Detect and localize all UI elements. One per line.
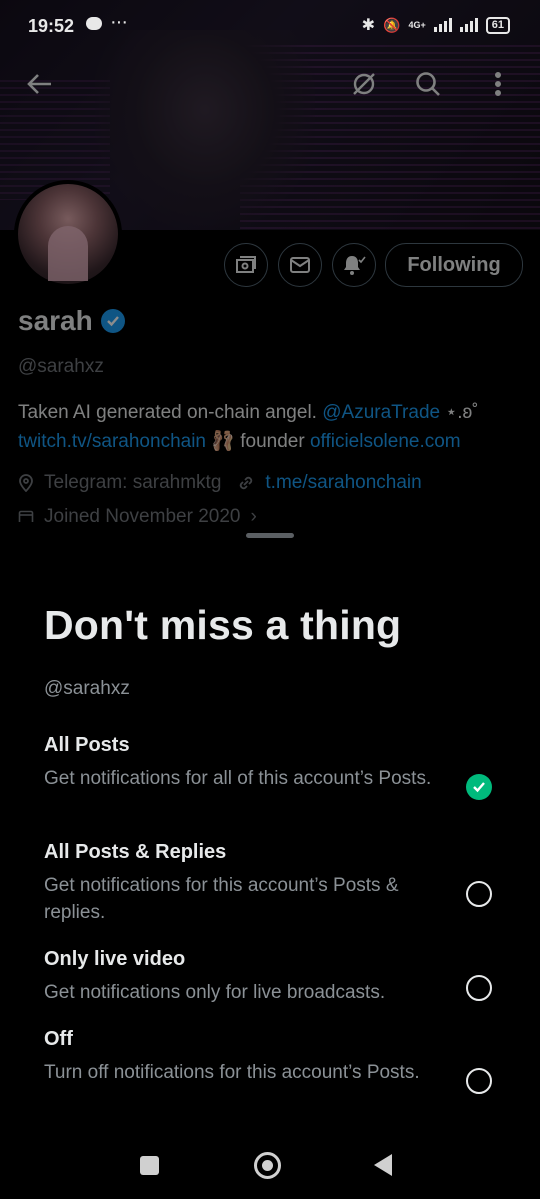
location-text: Telegram: sarahmktg [44,472,222,493]
option-description: Get notifications only for live broadcas… [44,982,386,1003]
bio-line-1: Taken AI generated on-chain angel. @Azur… [18,398,528,427]
option-off[interactable]: Off Turn off notifications for this acco… [44,1028,504,1094]
website-link[interactable]: officielsolene.com [310,431,461,452]
bio-line-2: twitch.tv/sarahonchain 🩰 founder officie… [18,427,528,456]
network-type: 4G+ [408,19,426,30]
option-all-posts-replies[interactable]: All Posts & Replies Get notifications fo… [44,841,504,926]
bell-icon [344,256,366,275]
notifications-button[interactable] [332,243,376,287]
search-button[interactable] [406,62,450,106]
profile-actions: Following [0,243,540,287]
battery-level: 61 [485,16,510,34]
mention-link[interactable]: @AzuraTrade [322,402,440,423]
option-description: Get notifications for this account’s Pos… [44,875,399,923]
profile-name: sarah [18,305,125,337]
subscribe-button[interactable] [224,243,268,287]
bio-text: Taken AI generated on-chain angel. [18,402,323,423]
recent-apps-icon[interactable] [140,1156,159,1175]
banner-artwork [95,30,315,230]
sheet-title: Don't miss a thing [44,602,402,648]
back-arrow-icon [27,74,51,94]
radio-unselected-icon[interactable] [466,1068,492,1094]
system-navigation-bar [0,1135,540,1199]
radio-unselected-icon[interactable] [466,881,492,907]
twitch-link[interactable]: twitch.tv/sarahonchain [18,431,206,452]
more-options-button[interactable] [476,62,520,106]
option-title: Only live video [44,948,186,970]
envelope-icon [290,257,310,273]
profile-meta: Telegram: sarahmktg t.me/sarahonchain [18,472,422,494]
option-only-live-video[interactable]: Only live video Get notifications only f… [44,948,504,1006]
option-all-posts[interactable]: All Posts Get notifications for all of t… [44,734,504,800]
sheet-handle: @sarahxz [44,678,130,699]
option-title: All Posts & Replies [44,841,227,863]
option-description: Get notifications for all of this accoun… [44,768,432,789]
status-bar: 19:52 ··· ✱ 🔕 4G+ 61 [0,0,540,52]
more-vertical-icon [495,72,501,96]
message-notification-icon [86,17,102,30]
option-title: All Posts [44,734,130,756]
following-button[interactable]: Following [385,243,523,287]
back-button[interactable] [18,62,62,106]
radio-selected-icon[interactable] [466,774,492,800]
bluetooth-icon: ✱ [361,17,376,34]
grok-icon [353,73,375,95]
grok-button[interactable] [342,62,386,106]
more-notifications-icon: ··· [110,11,128,33]
money-icon [236,256,256,273]
signal-icon-2 [459,18,478,32]
profile-bio: Taken AI generated on-chain angel. @Azur… [18,398,528,456]
option-description: Turn off notifications for this account’… [44,1062,420,1083]
profile-handle: @sarahxz [18,356,104,377]
status-icons: ✱ 🔕 4G+ 61 [362,15,510,35]
ballet-shoes-emoji: 🩰 [211,431,235,452]
message-button[interactable] [278,243,322,287]
profile-website-link[interactable]: t.me/sarahonchain [265,472,421,494]
display-name: sarah [18,305,93,336]
notification-settings-sheet: Don't miss a thing @sarahxz All Posts Ge… [0,522,540,1199]
option-title: Off [44,1028,73,1050]
search-icon [416,72,440,96]
back-triangle-icon[interactable] [374,1154,392,1176]
location-icon [19,474,33,492]
status-time: 19:52 [28,16,75,36]
sheet-drag-handle[interactable] [246,533,294,538]
mute-icon: 🔕 [383,16,401,33]
link-icon [240,476,253,490]
bio-founder-text: founder [234,431,310,452]
radio-unselected-icon[interactable] [466,975,492,1001]
verified-badge-icon[interactable] [100,309,125,333]
home-icon[interactable] [254,1152,281,1179]
bio-decoration: ⋆.ʚ˚ [440,402,479,423]
signal-icon [433,18,452,32]
